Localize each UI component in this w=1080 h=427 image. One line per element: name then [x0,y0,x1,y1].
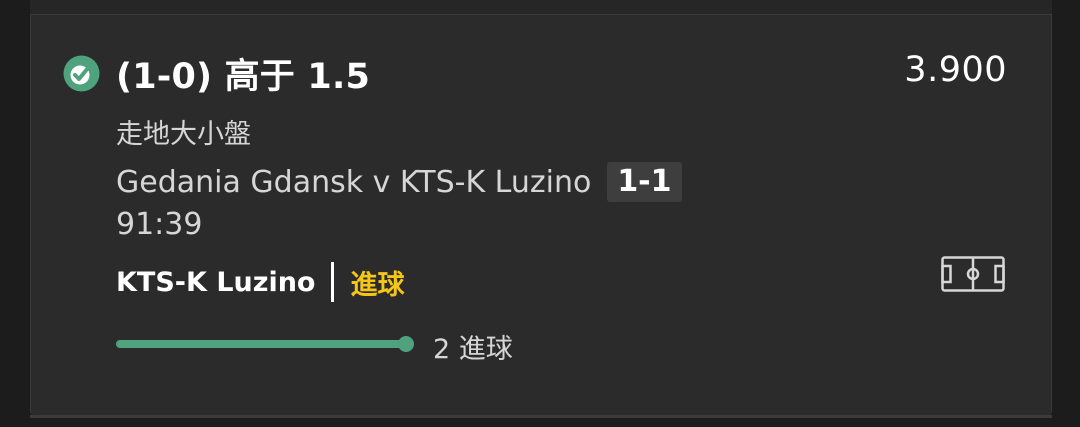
football-pitch-icon[interactable] [941,256,1005,292]
bet-selection: (1-0) 高于 1.5 [116,57,370,97]
bet-odds: 3.900 [904,50,1007,90]
progress-fill [116,340,406,348]
goal-progress-bar [116,336,414,352]
last-event-type: 進球 [350,269,405,301]
last-event: KTS-K Luzino 進球 [116,262,404,302]
last-event-divider [331,262,335,302]
card-bottom-separator [30,415,1052,418]
score-badge: 1-1 [607,162,682,202]
bet-screen: (1-0) 高于 1.5 3.900 走地大小盤 Gedania Gdansk … [0,0,1080,427]
event-name: Gedania Gdansk v KTS-K Luzino [116,164,592,200]
bet-status-check-icon [63,55,100,92]
market-name: 走地大小盤 [116,119,251,150]
progress-label: 2 進球 [433,334,513,365]
last-event-team: KTS-K Luzino [116,266,316,298]
card-top-separator [30,0,1052,15]
progress-knob [398,336,414,352]
event-row[interactable]: Gedania Gdansk v KTS-K Luzino 1-1 [116,162,682,202]
match-clock: 91:39 [116,207,203,242]
